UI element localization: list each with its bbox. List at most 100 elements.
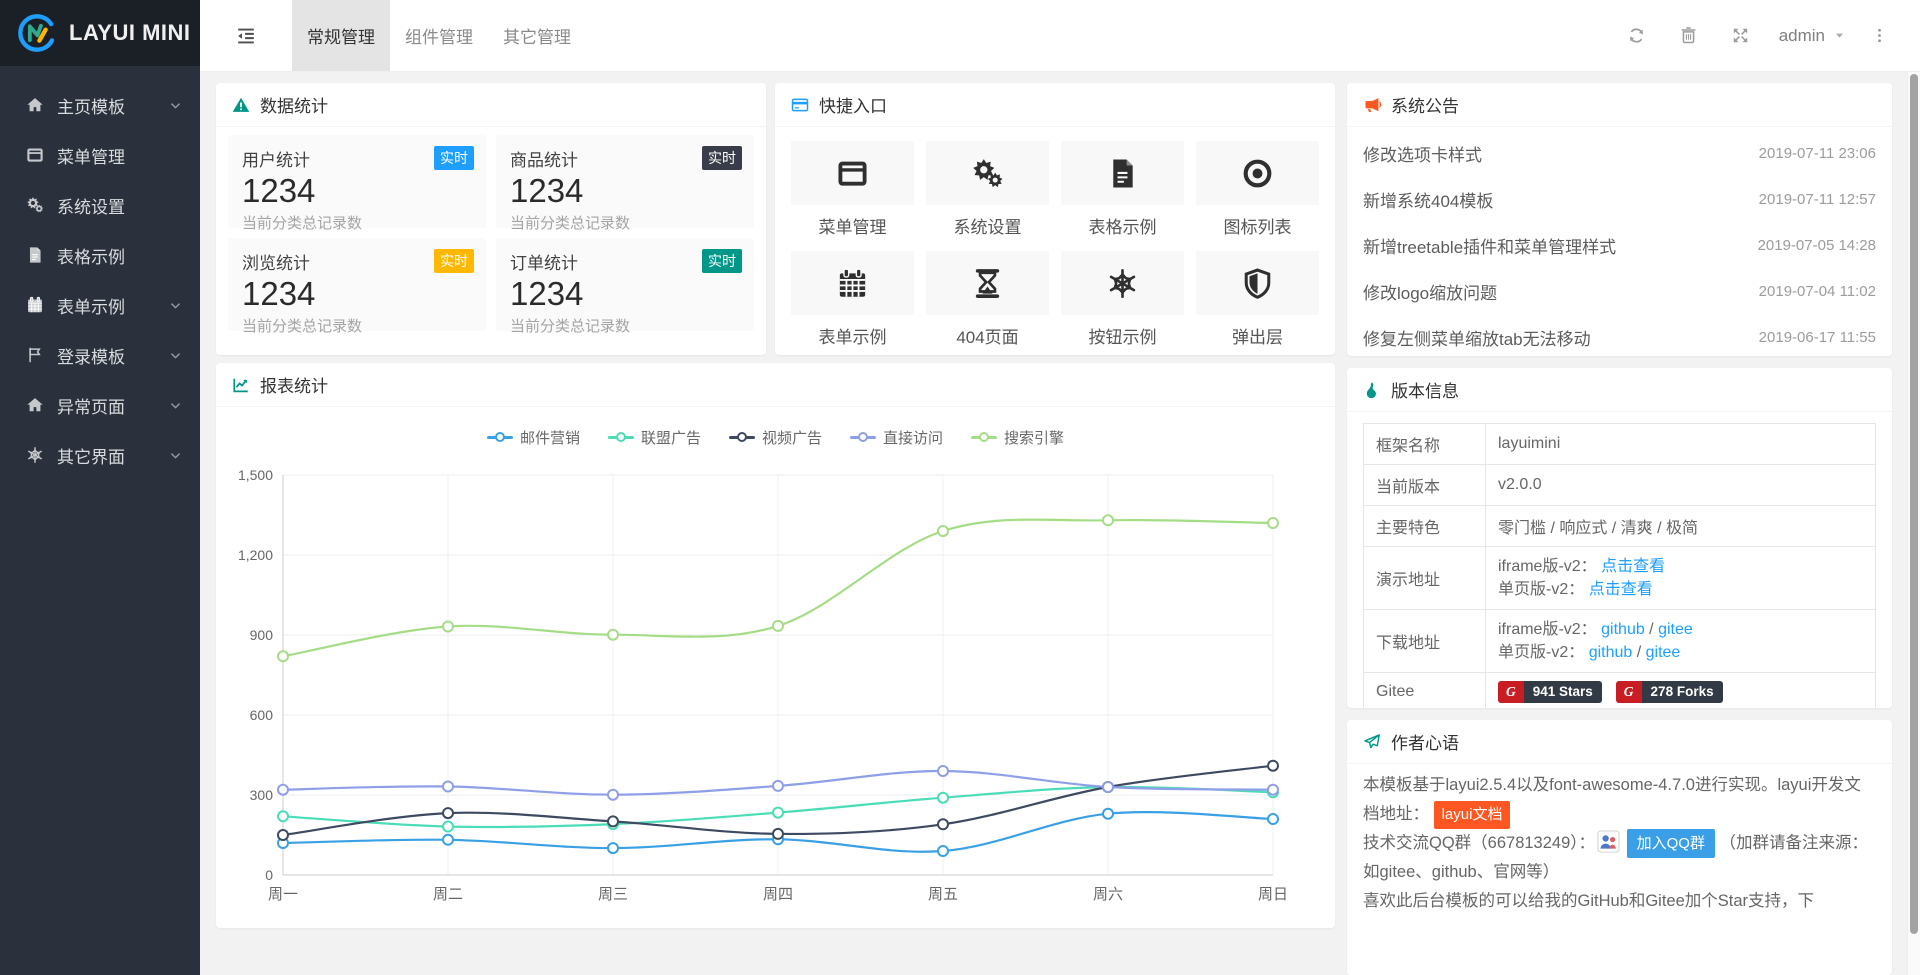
quick-entry-popup-layer[interactable]: 弹出层: [1196, 251, 1319, 348]
notice-row[interactable]: 新增treetable插件和菜单管理样式2019-07-05 14:28: [1347, 222, 1892, 268]
credit-card-icon: [791, 96, 809, 114]
version-value: v2.0.0: [1498, 476, 1542, 493]
sidebar-item-label: 表单示例: [57, 293, 125, 318]
quick-entry-icon-list[interactable]: 图标列表: [1196, 141, 1319, 238]
version-value: 零门槛 / 响应式 / 清爽 / 极简: [1498, 520, 1698, 537]
link-点击查看[interactable]: 点击查看: [1601, 558, 1665, 575]
data-statistics-card: 数据统计 用户统计实时1234当前分类总记录数商品统计实时1234当前分类总记录…: [216, 83, 766, 355]
line-chart-icon: [232, 376, 250, 394]
fullscreen-button[interactable]: [1715, 26, 1767, 45]
sidebar-item-menu-manage[interactable]: 菜单管理: [0, 130, 200, 180]
username: admin: [1779, 26, 1825, 46]
legend-item[interactable]: 视频广告: [729, 427, 822, 448]
layui-doc-badge[interactable]: layui文档: [1434, 801, 1511, 829]
version-table: 框架名称layuimini当前版本v2.0.0主要特色零门槛 / 响应式 / 清…: [1363, 423, 1876, 708]
svg-text:600: 600: [250, 707, 274, 723]
link-gitee[interactable]: gitee: [1658, 621, 1693, 638]
legend-marker: [850, 431, 876, 443]
notice-row[interactable]: 修复左侧菜单缩放tab无法移动2019-06-17 11:55: [1347, 314, 1892, 356]
legend-label: 直接访问: [883, 427, 943, 448]
qq-group-text: 技术交流QQ群（667813249）：: [1363, 834, 1595, 852]
card-title-text: 快捷入口: [819, 92, 887, 117]
sidebar-item-system-setting[interactable]: 系统设置: [0, 180, 200, 230]
notice-date: 2019-07-04 11:02: [1759, 283, 1876, 300]
legend-item[interactable]: 直接访问: [850, 427, 943, 448]
legend-item[interactable]: 联盟广告: [608, 427, 701, 448]
logo[interactable]: LAYUI MINI: [0, 0, 200, 66]
quick-entry-label: 表格示例: [1061, 213, 1184, 238]
notice-text: 修改选项卡样式: [1363, 141, 1482, 166]
stat-desc: 当前分类总记录数: [510, 212, 740, 233]
sidebar-item-other-ui[interactable]: 其它界面: [0, 430, 200, 480]
link-gitee[interactable]: gitee: [1646, 644, 1681, 661]
quick-entry-table-demo[interactable]: 表格示例: [1061, 141, 1184, 238]
version-row: 主要特色零门槛 / 响应式 / 清爽 / 极简: [1364, 506, 1876, 547]
right-column: 系统公告 修改选项卡样式2019-07-11 23:06新增系统404模板201…: [1347, 83, 1892, 975]
chevron-down-icon: [169, 99, 182, 112]
tab-component[interactable]: 组件管理: [390, 0, 488, 71]
page-scrollbar[interactable]: [1907, 72, 1920, 975]
legend-item[interactable]: 搜索引擎: [971, 427, 1064, 448]
quick-entry-button-demo[interactable]: 按钮示例: [1061, 251, 1184, 348]
main-area: 常规管理组件管理其它管理 admin 数据统计: [200, 0, 1920, 975]
link-prefix: iframe版-v2：: [1498, 558, 1597, 575]
author-words-card: 作者心语 本模板基于layui2.5.4以及font-awesome-4.7.0…: [1347, 720, 1892, 975]
scrollbar-thumb[interactable]: [1910, 74, 1918, 934]
realtime-badge: 实时: [702, 146, 742, 170]
more-menu-button[interactable]: [1864, 27, 1894, 44]
link-点击查看[interactable]: 点击查看: [1589, 581, 1653, 598]
shield-icon: [1196, 251, 1319, 315]
link-github[interactable]: github: [1589, 644, 1633, 661]
collapse-sidebar-button[interactable]: [200, 0, 292, 71]
tab-other[interactable]: 其它管理: [488, 0, 586, 71]
realtime-badge: 实时: [434, 146, 474, 170]
kebab-icon: [1871, 27, 1888, 44]
sidebar-item-error-page[interactable]: 异常页面: [0, 380, 200, 430]
stat-desc: 当前分类总记录数: [242, 315, 472, 336]
system-notice-card: 系统公告 修改选项卡样式2019-07-11 23:06新增系统404模板201…: [1347, 83, 1892, 356]
gitee-badge-text: 278 Forks: [1642, 681, 1723, 703]
quick-entry-label: 系统设置: [926, 213, 1049, 238]
sidebar-item-label: 菜单管理: [57, 143, 125, 168]
clear-cache-button[interactable]: [1663, 26, 1715, 45]
stat-box: 订单统计实时1234当前分类总记录数: [496, 238, 754, 331]
quick-entry-menu-manage[interactable]: 菜单管理: [791, 141, 914, 238]
svg-text:1,200: 1,200: [238, 547, 273, 563]
notice-row[interactable]: 修改选项卡样式2019-07-11 23:06: [1347, 130, 1892, 176]
sidebar-item-home-template[interactable]: 主页模板: [0, 80, 200, 130]
sidebar-item-table-demo[interactable]: 表格示例: [0, 230, 200, 280]
svg-text:300: 300: [250, 787, 274, 803]
notice-row[interactable]: 新增系统404模板2019-07-11 12:57: [1347, 176, 1892, 222]
legend-marker: [729, 431, 755, 443]
legend-marker: [971, 431, 997, 443]
fullscreen-icon: [1731, 26, 1750, 45]
quick-entry-system-setting[interactable]: 系统设置: [926, 141, 1049, 238]
quick-entry-page-404[interactable]: 404页面: [926, 251, 1049, 348]
qq-group-icon[interactable]: [1597, 830, 1620, 853]
refresh-button[interactable]: [1611, 26, 1663, 45]
svg-text:900: 900: [250, 627, 274, 643]
gitee-badge[interactable]: G941 Stars: [1498, 681, 1602, 703]
warning-triangle-icon: [232, 96, 250, 114]
gitee-badge[interactable]: G278 Forks: [1616, 681, 1723, 703]
app-title: LAYUI MINI: [69, 20, 191, 46]
legend-marker: [608, 431, 634, 443]
notice-text: 新增treetable插件和菜单管理样式: [1363, 233, 1616, 258]
version-label: 下载地址: [1364, 610, 1486, 673]
sidebar-item-form-demo[interactable]: 表单示例: [0, 280, 200, 330]
version-row: GiteeG941 StarsG278 Forks: [1364, 673, 1876, 709]
version-info-card: 版本信息 框架名称layuimini当前版本v2.0.0主要特色零门槛 / 响应…: [1347, 368, 1892, 708]
sidebar-item-login-template[interactable]: 登录模板: [0, 330, 200, 380]
link-github[interactable]: github: [1601, 621, 1645, 638]
card-title-text: 系统公告: [1391, 92, 1459, 117]
legend-item[interactable]: 邮件营销: [487, 427, 580, 448]
quick-entry-form-demo[interactable]: 表单示例: [791, 251, 914, 348]
quick-entry-label: 菜单管理: [791, 213, 914, 238]
user-menu[interactable]: admin: [1767, 26, 1864, 46]
gitee-logo: G: [1616, 681, 1642, 703]
join-qq-group-button[interactable]: 加入QQ群: [1627, 829, 1715, 859]
tab-general[interactable]: 常规管理: [292, 0, 390, 71]
snowflake-icon: [26, 446, 47, 465]
quick-entry-label: 404页面: [926, 323, 1049, 348]
notice-row[interactable]: 修改logo缩放问题2019-07-04 11:02: [1347, 268, 1892, 314]
